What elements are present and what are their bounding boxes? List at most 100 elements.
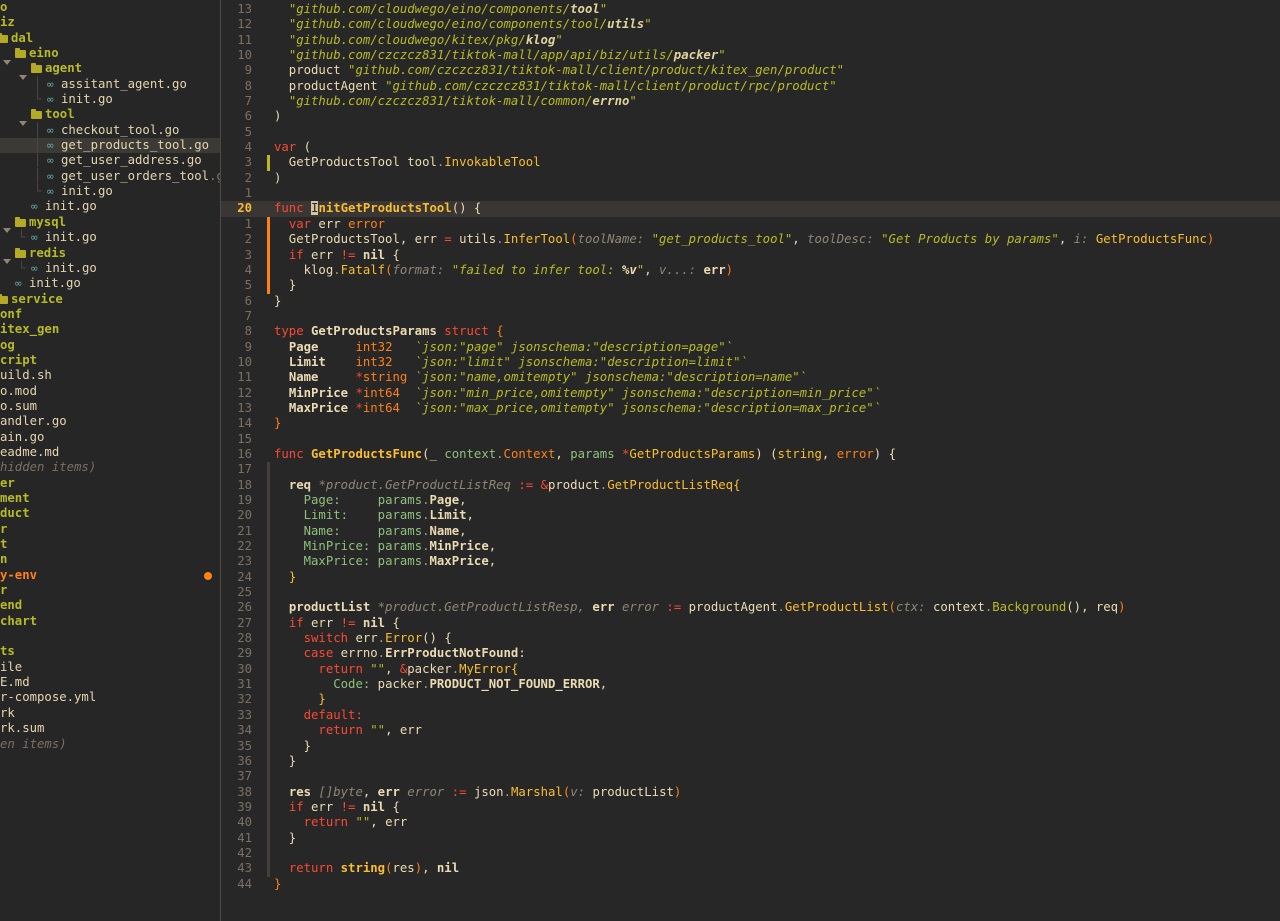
code-line[interactable]: 8 type GetProductsParams struct { [221,324,1280,339]
tree-item[interactable]: mysql [0,215,220,234]
code-line[interactable]: 34 return "", err [221,723,1280,739]
tree-item[interactable]: tool [0,107,220,127]
tree-item[interactable]: ∞ init.go [0,199,220,214]
code-line[interactable]: 22 MinPrice: params.MinPrice, [221,539,1280,555]
code-line[interactable]: 38 res []byte, err error := json.Marshal… [221,784,1280,800]
tree-item[interactable]: er [0,476,220,491]
code-line[interactable]: 44} [221,877,1280,892]
code-line[interactable]: 29 case errno.ErrProductNotFound: [221,646,1280,662]
code-line[interactable]: 20 Limit: params.Limit, [221,508,1280,524]
code-line[interactable]: 11 "github.com/cloudwego/kitex/pkg/klog" [221,33,1280,48]
tree-item[interactable]: └ ∞ init.go [0,92,220,107]
code-line[interactable]: 5 [221,125,1280,140]
code-line[interactable]: 9 product "github.com/czczcz831/tiktok-m… [221,63,1280,78]
code-buffer[interactable]: 13 "github.com/cloudwego/eino/components… [221,2,1280,892]
tree-item[interactable]: hidden items) [0,460,220,475]
tree-item[interactable]: ∞ init.go [0,276,220,291]
code-line[interactable]: 23 MaxPrice: params.MaxPrice, [221,554,1280,570]
code-line[interactable]: 26 productList *product.GetProductListRe… [221,600,1280,616]
code-line[interactable]: 35 } [221,738,1280,754]
code-line[interactable]: 18 req *product.GetProductListReq := &pr… [221,477,1280,493]
code-line[interactable]: 3 GetProductsTool tool.InvokableTool [221,155,1280,171]
tree-item[interactable]: end [0,598,220,613]
tree-item[interactable]: redis [0,246,220,265]
code-line[interactable]: 7 [221,309,1280,324]
code-line[interactable]: 12 MinPrice *int64 `json:"min_price,omit… [221,386,1280,401]
code-line[interactable]: 2 GetProductsTool, err = utils.InferTool… [221,232,1280,248]
code-line[interactable]: 10 "github.com/czczcz831/tiktok-mall/app… [221,48,1280,63]
code-line[interactable]: 6} [221,294,1280,309]
code-line[interactable]: 27 if err != nil { [221,615,1280,632]
tree-item[interactable]: o [0,0,220,15]
code-line[interactable]: 4 klog.Fatalf(format: "failed to infer t… [221,262,1280,279]
code-line[interactable]: 36 } [221,753,1280,770]
code-line[interactable]: 14} [221,416,1280,431]
tree-item[interactable]: │ ∞ get_user_orders_tool.go [0,169,220,184]
tree-item[interactable]: │ ∞ checkout_tool.go [0,123,220,138]
code-line[interactable]: 6) [221,109,1280,124]
code-line[interactable]: 43 return string(res), nil [221,861,1280,877]
tree-item[interactable]: y-env [0,568,220,583]
code-line[interactable]: 40 return "", err [221,815,1280,831]
tree-item[interactable]: r-compose.yml [0,690,220,705]
tree-item[interactable]: n [0,552,220,567]
code-line[interactable]: 42 [221,845,1280,862]
tree-item[interactable]: │ ∞ get_products_tool.go [0,138,220,154]
tree-item[interactable]: r [0,583,220,598]
code-line[interactable]: 5 } [221,278,1280,294]
tree-item[interactable]: uild.sh [0,368,220,383]
code-line[interactable]: 2) [221,171,1280,186]
code-line[interactable]: 15 [221,432,1280,447]
tree-item[interactable]: o.mod [0,384,220,399]
tree-item[interactable]: dal [0,31,220,46]
code-line[interactable]: 32 } [221,692,1280,708]
tree-item[interactable]: service [0,292,220,307]
code-line[interactable]: 31 Code: packer.PRODUCT_NOT_FOUND_ERROR, [221,677,1280,693]
tree-item[interactable]: andler.go [0,414,220,429]
code-line[interactable]: 1 [221,186,1280,201]
code-line[interactable]: 16 func GetProductsFunc(_ context.Context… [221,447,1280,462]
code-line[interactable]: 41 } [221,830,1280,846]
code-line[interactable]: 17 [221,462,1280,478]
tree-item[interactable]: itex_gen [0,322,220,337]
tree-item[interactable]: E.md [0,675,220,690]
tree-item[interactable]: og [0,338,220,353]
code-line-current[interactable]: 20 func InitGetProductsTool() { [221,201,1280,217]
code-line[interactable]: 33 default: [221,707,1280,724]
tree-item[interactable]: eino [0,46,220,65]
code-line[interactable]: 13 "github.com/cloudwego/eino/components… [221,2,1280,17]
tree-item[interactable]: duct [0,506,220,521]
tree-item[interactable]: cript [0,353,220,368]
tree-item[interactable]: ile [0,660,220,675]
tree-item[interactable]: r [0,522,220,537]
code-line[interactable]: 10 Limit int32 `json:"limit" jsonschema:… [221,355,1280,370]
code-line[interactable]: 19 Page: params.Page, [221,493,1280,509]
tree-item[interactable]: └ ∞ init.go [0,184,220,199]
code-line[interactable]: 8 productAgent "github.com/czczcz831/tik… [221,79,1280,94]
tree-item[interactable]: └ ∞ init.go [0,261,220,276]
tree-item[interactable]: rk [0,706,220,721]
code-line[interactable]: 25 [221,585,1280,601]
code-line[interactable]: 1 var err error [221,216,1280,233]
tree-item[interactable]: agent [0,61,220,81]
code-line[interactable]: 11 Name *string `json:"name,omitempty" j… [221,370,1280,385]
tree-item[interactable]: └ ∞ init.go [0,230,220,245]
tree-item[interactable]: │ ∞ get_user_address.go [0,153,220,168]
tree-item[interactable]: │ ∞ assitant_agent.go [0,77,220,92]
tree-item[interactable]: ts [0,644,220,659]
tree-item[interactable]: chart [0,614,220,629]
tree-item[interactable]: ain.go [0,430,220,445]
code-line[interactable]: 30 return "", &packer.MyError{ [221,661,1280,678]
code-line[interactable]: 13 MaxPrice *int64 `json:"max_price,omit… [221,401,1280,416]
code-line[interactable]: 37 [221,769,1280,785]
code-line[interactable]: 3 if err != nil { [221,247,1280,263]
code-line[interactable]: 9 Page int32 `json:"page" jsonschema:"de… [221,340,1280,355]
tree-item[interactable]: onf [0,307,220,322]
code-line[interactable]: 4 var ( [221,140,1280,155]
tree-item[interactable]: o.sum [0,399,220,414]
tree-item[interactable]: iz [0,15,220,30]
code-line[interactable]: 24 } [221,569,1280,586]
code-line[interactable]: 39 if err != nil { [221,799,1280,816]
tree-item[interactable]: t [0,537,220,552]
tree-item[interactable]: eadme.md [0,445,220,460]
